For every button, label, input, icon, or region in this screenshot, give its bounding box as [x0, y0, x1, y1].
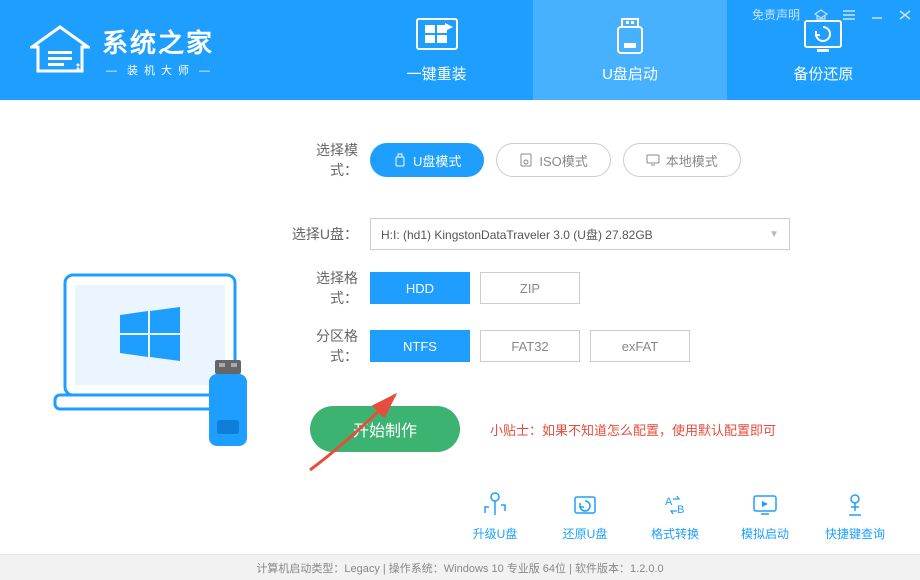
- usb-select-dropdown[interactable]: H:I: (hd1) KingstonDataTraveler 3.0 (U盘)…: [370, 218, 790, 250]
- mode-iso-button[interactable]: ISO模式: [496, 143, 610, 177]
- house-logo-icon: [30, 25, 90, 75]
- logo-title: 系统之家: [102, 23, 220, 60]
- hotkey-lookup-icon: [839, 491, 871, 519]
- logo-subtitle: 装机大师: [102, 62, 220, 78]
- partition-fat32-button[interactable]: FAT32: [480, 330, 580, 362]
- tip-text: 小贴士：如果不知道怎么配置，使用默认配置即可: [490, 420, 776, 439]
- tab-label: U盘启动: [602, 63, 658, 84]
- windows-reinstall-icon: [415, 17, 459, 55]
- mode-label: 选择模式：: [290, 140, 370, 180]
- menu-icon[interactable]: [842, 9, 856, 21]
- upgrade-usb-icon: [479, 491, 511, 519]
- mode-option-label: ISO模式: [539, 151, 587, 170]
- status-bar: 计算机启动类型：Legacy | 操作系统：Windows 10 专业版 64位…: [0, 554, 920, 580]
- mode-option-label: U盘模式: [413, 151, 461, 170]
- mode-option-label: 本地模式: [666, 151, 718, 170]
- tool-hotkey-lookup[interactable]: 快捷键查询: [820, 491, 890, 542]
- svg-text:B: B: [677, 504, 684, 516]
- tab-reinstall[interactable]: 一键重装: [340, 0, 533, 100]
- tool-label: 格式转换: [651, 525, 699, 542]
- tool-label: 还原U盘: [563, 525, 608, 542]
- tab-label: 一键重装: [407, 63, 467, 84]
- start-button[interactable]: 开始制作: [310, 406, 460, 452]
- format-label: 选择格式：: [290, 268, 370, 308]
- tool-simulate-boot[interactable]: 模拟启动: [730, 491, 800, 542]
- laptop-usb-illustration: [40, 140, 280, 550]
- disclaimer-link[interactable]: 免责声明: [752, 6, 800, 23]
- tool-label: 模拟启动: [741, 525, 789, 542]
- minimize-icon[interactable]: [870, 9, 884, 21]
- monitor-icon: [646, 153, 660, 167]
- usb-icon: [393, 153, 407, 167]
- window-controls: 免责声明: [752, 6, 912, 23]
- format-zip-button[interactable]: ZIP: [480, 272, 580, 304]
- format-hdd-button[interactable]: HDD: [370, 272, 470, 304]
- disc-icon: [519, 153, 533, 167]
- usb-select-value: H:I: (hd1) KingstonDataTraveler 3.0 (U盘)…: [381, 226, 653, 243]
- hat-icon[interactable]: [814, 9, 828, 21]
- tool-upgrade-usb[interactable]: 升级U盘: [460, 491, 530, 542]
- simulate-boot-icon: [749, 491, 781, 519]
- status-text: 计算机启动类型：Legacy | 操作系统：Windows 10 专业版 64位…: [256, 560, 663, 576]
- tool-label: 快捷键查询: [825, 525, 885, 542]
- app-logo: 系统之家 装机大师: [0, 0, 340, 100]
- restore-usb-icon: [569, 491, 601, 519]
- chevron-down-icon: ▼: [769, 229, 779, 240]
- tab-label: 备份还原: [793, 63, 853, 84]
- mode-usb-button[interactable]: U盘模式: [370, 143, 484, 177]
- usb-select-label: 选择U盘：: [290, 224, 370, 244]
- svg-text:A: A: [665, 496, 673, 508]
- tool-label: 升级U盘: [473, 525, 518, 542]
- close-icon[interactable]: [898, 9, 912, 21]
- partition-ntfs-button[interactable]: NTFS: [370, 330, 470, 362]
- tool-format-convert[interactable]: AB 格式转换: [640, 491, 710, 542]
- partition-label: 分区格式：: [290, 326, 370, 366]
- usb-drive-icon: [608, 17, 652, 55]
- mode-local-button[interactable]: 本地模式: [623, 143, 741, 177]
- tab-usb-boot[interactable]: U盘启动: [533, 0, 726, 100]
- partition-exfat-button[interactable]: exFAT: [590, 330, 690, 362]
- tool-restore-usb[interactable]: 还原U盘: [550, 491, 620, 542]
- format-convert-icon: AB: [659, 491, 691, 519]
